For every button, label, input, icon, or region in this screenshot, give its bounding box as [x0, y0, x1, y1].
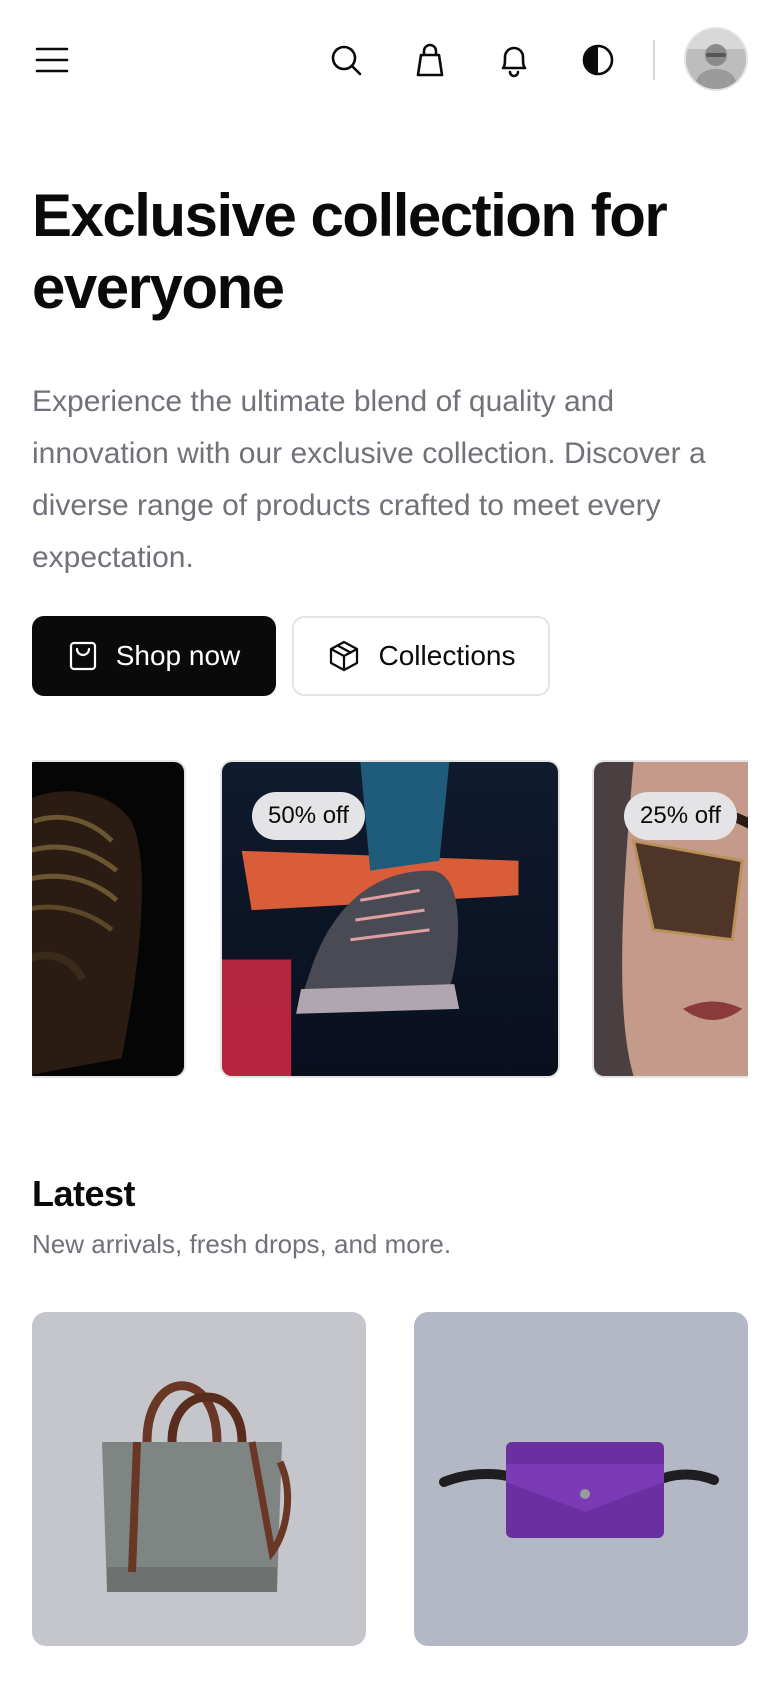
discount-badge: 25% off: [624, 792, 737, 840]
hero-title: Exclusive collection for everyone: [32, 182, 668, 321]
bell-icon: [501, 46, 527, 78]
product-card-canvas-bag[interactable]: [32, 1312, 366, 1646]
theme-toggle-icon: [582, 44, 614, 76]
promo-carousel[interactable]: 50% off 25% off: [32, 760, 748, 1078]
header-divider: [653, 40, 655, 80]
avatar-photo: [686, 29, 746, 89]
search-icon: [331, 45, 362, 76]
carousel-slide-sunglasses[interactable]: 25% off: [592, 760, 748, 1078]
top-navigation-bar: [0, 0, 780, 120]
latest-section-title: Latest: [32, 1173, 136, 1214]
carousel-slide-boots[interactable]: [32, 760, 186, 1078]
menu-icon: [35, 47, 69, 73]
shop-now-button[interactable]: Shop now: [32, 616, 276, 696]
product-card-belt-bag[interactable]: [414, 1312, 748, 1646]
shopping-bag-icon: [416, 43, 444, 77]
package-box-icon: [329, 640, 358, 672]
latest-section-subtitle: New arrivals, fresh drops, and more.: [32, 1229, 452, 1259]
carousel-slide-sneaker[interactable]: 50% off: [220, 760, 560, 1078]
theme-toggle-button[interactable]: [576, 38, 620, 82]
hero-description: Experience the ultimate blend of quality…: [32, 385, 706, 574]
search-button[interactable]: [324, 38, 368, 82]
user-avatar[interactable]: [684, 27, 748, 91]
menu-button[interactable]: [30, 38, 74, 82]
collections-button[interactable]: Collections: [292, 616, 550, 696]
collections-label: Collections: [378, 640, 516, 671]
notifications-button[interactable]: [492, 38, 536, 82]
canvas-bag-image: [32, 1312, 366, 1646]
boots-image: [32, 762, 184, 1076]
discount-badge: 50% off: [252, 792, 365, 840]
shop-now-label: Shop now: [115, 640, 241, 671]
purple-belt-bag-image: [414, 1312, 748, 1646]
cart-button[interactable]: [408, 38, 452, 82]
shopping-bag-outline-icon: [69, 641, 96, 671]
